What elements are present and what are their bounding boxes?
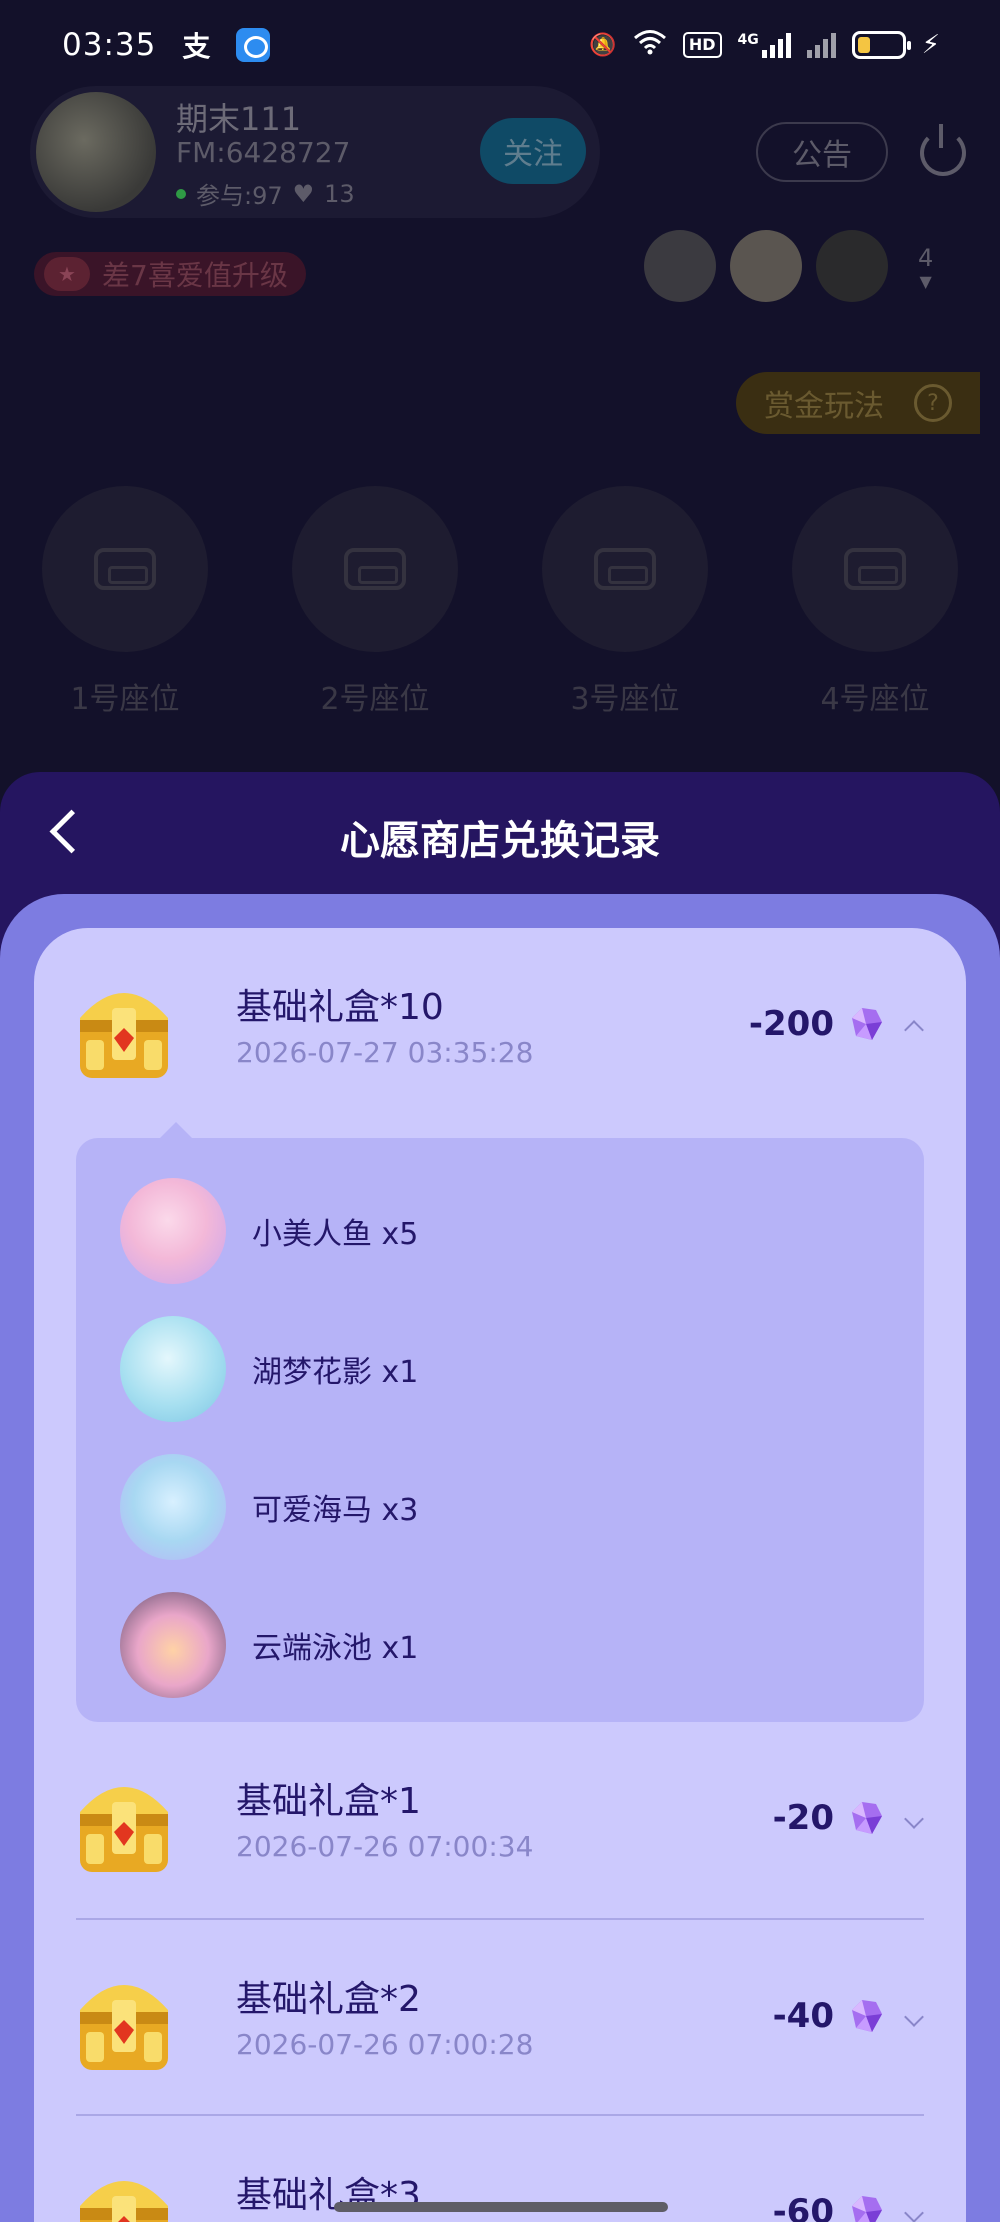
sofa-icon bbox=[94, 548, 156, 590]
record-amount: -20 bbox=[773, 1798, 886, 1838]
seat-2[interactable]: 2号座位 bbox=[292, 486, 458, 718]
charging-icon: ⚡ bbox=[921, 30, 940, 60]
caret-down-icon: ▼ bbox=[919, 272, 932, 291]
record-amount: -40 bbox=[773, 1996, 886, 2036]
sheet-title: 心愿商店兑换记录 bbox=[340, 818, 660, 864]
gift-item: 湖梦花影 x1 bbox=[120, 1300, 924, 1438]
gift-item: 云端泳池 x1 bbox=[120, 1576, 924, 1714]
seat-label: 1号座位 bbox=[70, 682, 180, 717]
record-amount: -60 bbox=[773, 2192, 886, 2222]
audience-count[interactable]: 4 ▼ bbox=[918, 244, 933, 291]
record-item[interactable]: 基础礼盒*10 2026-07-27 03:35:28 -200 bbox=[76, 928, 924, 1124]
host-stats: 参与:97 ♥ 13 bbox=[176, 176, 355, 211]
gem-icon bbox=[846, 1798, 886, 1838]
record-time: 2026-07-26 07:00:34 bbox=[236, 1830, 534, 1863]
status-time: 03:35 bbox=[62, 27, 157, 63]
treasure-chest-icon bbox=[76, 968, 172, 1084]
likes-count: 13 bbox=[324, 179, 355, 208]
app-notification-icon bbox=[236, 28, 271, 62]
level-progress-pill[interactable]: ★ 差7喜爱值升级 bbox=[34, 252, 306, 296]
chevron-down-icon[interactable] bbox=[902, 2204, 924, 2222]
audience-avatar[interactable] bbox=[816, 230, 888, 302]
flower-lake-gift-icon bbox=[120, 1316, 226, 1422]
signal-type-label: 4G bbox=[737, 32, 759, 48]
gift-item: 小美人鱼 x5 bbox=[120, 1162, 924, 1300]
gift-name: 云端泳池 x1 bbox=[252, 1631, 419, 1666]
bounty-label: 赏金玩法 bbox=[764, 389, 884, 424]
record-amount: -200 bbox=[749, 1004, 886, 1044]
gift-name: 湖梦花影 x1 bbox=[252, 1355, 419, 1390]
record-time: 2026-07-26 07:00:28 bbox=[236, 2028, 534, 2061]
record-list[interactable]: 基础礼盒*10 2026-07-27 03:35:28 -200 小美人鱼 x5 bbox=[34, 928, 966, 2222]
seat-4[interactable]: 4号座位 bbox=[792, 486, 958, 718]
follow-button[interactable]: 关注 bbox=[480, 118, 586, 184]
record-time: 2026-07-27 03:35:28 bbox=[236, 1036, 534, 1069]
chevron-down-icon[interactable] bbox=[902, 1810, 924, 1832]
gem-icon bbox=[846, 1996, 886, 2036]
live-room-background: 期末111 FM:6428727 参与:97 ♥ 13 关注 公告 ★ 差7喜爱… bbox=[0, 0, 1000, 800]
signal-icon bbox=[806, 32, 836, 58]
battery-icon bbox=[851, 31, 911, 59]
record-name: 基础礼盒*10 bbox=[236, 987, 444, 1028]
gift-name: 小美人鱼 x5 bbox=[252, 1217, 419, 1252]
notice-button[interactable]: 公告 bbox=[756, 122, 888, 182]
host-avatar[interactable] bbox=[36, 92, 156, 212]
amount-value: -40 bbox=[772, 1996, 834, 2036]
level-text: 差7喜爱值升级 bbox=[102, 259, 288, 292]
amount-value: -60 bbox=[772, 2192, 834, 2222]
star-icon: ★ bbox=[44, 257, 90, 291]
gem-icon bbox=[846, 1004, 886, 1044]
sofa-icon bbox=[344, 548, 406, 590]
amount-value: -20 bbox=[772, 1798, 834, 1838]
audience-avatars[interactable] bbox=[644, 230, 888, 302]
record-detail-list: 小美人鱼 x5 湖梦花影 x1 可爱海马 x3 云端泳池 x1 bbox=[76, 1122, 924, 1722]
host-fm-id: FM:6428727 bbox=[176, 136, 351, 169]
seat-label: 3号座位 bbox=[570, 682, 680, 717]
seat-3[interactable]: 3号座位 bbox=[542, 486, 708, 718]
home-indicator[interactable] bbox=[334, 2202, 668, 2212]
participants-count: 参与:97 bbox=[196, 182, 283, 210]
online-dot-icon bbox=[176, 188, 186, 199]
amount-value: -200 bbox=[748, 1004, 834, 1044]
exchange-record-sheet: 心愿商店兑换记录 基础礼盒*10 2026-07-27 03:35:28 -20… bbox=[0, 772, 1000, 2222]
hd-voice-icon: HD bbox=[682, 32, 722, 58]
gift-name: 可爱海马 x3 bbox=[252, 1493, 419, 1528]
sofa-icon bbox=[594, 548, 656, 590]
gift-item: 可爱海马 x3 bbox=[120, 1438, 924, 1576]
signal-4g-icon: 4G bbox=[738, 32, 791, 58]
treasure-chest-icon bbox=[76, 1960, 172, 2076]
mermaid-gift-icon bbox=[120, 1178, 226, 1284]
sheet-header: 心愿商店兑换记录 bbox=[0, 772, 1000, 896]
status-bar: 03:35 支 🔕 HD 4G ⚡ bbox=[0, 0, 1000, 90]
cloud-pool-gift-icon bbox=[120, 1592, 226, 1698]
alipay-notification-icon: 支 bbox=[182, 30, 211, 63]
help-icon[interactable]: ? bbox=[914, 384, 952, 422]
audience-avatar[interactable] bbox=[730, 230, 802, 302]
treasure-chest-icon bbox=[76, 1762, 172, 1878]
record-panel: 基础礼盒*10 2026-07-27 03:35:28 -200 小美人鱼 x5 bbox=[0, 894, 1000, 2222]
treasure-chest-icon bbox=[76, 2156, 172, 2222]
mute-icon: 🔕 bbox=[589, 32, 617, 58]
audience-avatar[interactable] bbox=[644, 230, 716, 302]
sofa-icon bbox=[844, 548, 906, 590]
record-item[interactable]: 基础礼盒*2 2026-07-26 07:00:28 -40 bbox=[76, 1918, 924, 2114]
heart-icon: ♥ bbox=[292, 179, 315, 208]
wifi-icon bbox=[633, 29, 667, 61]
seat-row: 1号座位 2号座位 3号座位 4号座位 bbox=[42, 486, 958, 718]
record-item[interactable]: 基础礼盒*1 2026-07-26 07:00:34 -20 bbox=[76, 1722, 924, 1918]
seahorse-gift-icon bbox=[120, 1454, 226, 1560]
seat-label: 4号座位 bbox=[820, 682, 930, 717]
chevron-down-icon[interactable] bbox=[902, 2008, 924, 2030]
seat-label: 2号座位 bbox=[320, 682, 430, 717]
record-name: 基础礼盒*2 bbox=[236, 1979, 421, 2020]
seat-1[interactable]: 1号座位 bbox=[42, 486, 208, 718]
record-name: 基础礼盒*1 bbox=[236, 1781, 421, 1822]
bounty-play-button[interactable]: 赏金玩法 ? bbox=[736, 372, 980, 434]
chevron-up-icon[interactable] bbox=[902, 1016, 924, 1038]
gem-icon bbox=[846, 2192, 886, 2222]
power-icon[interactable] bbox=[920, 124, 966, 176]
host-name: 期末111 bbox=[176, 100, 302, 138]
